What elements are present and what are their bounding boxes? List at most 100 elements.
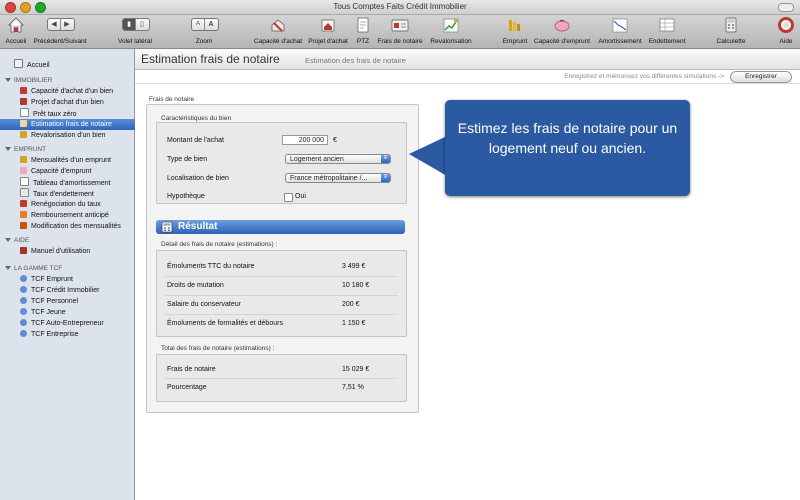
row-divider <box>165 314 398 315</box>
sidebar: Accueil IMMOBILIER Capacité d'achat d'un… <box>0 49 154 500</box>
sidebar-section-label: LA GAMME TCF <box>14 265 63 272</box>
toolbar-projet-achat-label: Projet d'achat <box>308 38 348 45</box>
coins-icon <box>509 20 520 31</box>
montant-input[interactable]: 200 000 <box>282 135 328 145</box>
zoom-in-button[interactable]: A <box>205 19 217 30</box>
toolbar-aide-button[interactable]: Aide <box>774 15 798 48</box>
sidebar-item-label: Taux d'endettement <box>33 191 94 198</box>
sidebar-section-emprunt[interactable]: EMPRUNT <box>0 144 134 155</box>
sidebar-item-renegociation[interactable]: Renégociation du taux <box>0 199 154 210</box>
percent-icon <box>20 200 27 207</box>
toolbar-calculette-button[interactable]: Calculette <box>712 15 750 48</box>
zoom-window-button[interactable] <box>35 2 46 13</box>
sidebar-section-gamme[interactable]: LA GAMME TCF <box>0 263 134 274</box>
lifebuoy-icon <box>778 17 794 33</box>
sidebar-item-endettement[interactable]: Taux d'endettement <box>0 188 154 199</box>
localisation-select[interactable]: France métropolitaine /... <box>285 173 391 183</box>
sidebar-item-label: Prêt taux zéro <box>33 111 77 118</box>
close-window-button[interactable] <box>5 2 16 13</box>
toolbar-zoom[interactable]: AA Zoom <box>186 15 222 48</box>
sidebar-item-tcf-jeune[interactable]: TCF Jeune <box>0 307 154 318</box>
toolbar-emprunt-button[interactable]: Emprunt <box>501 15 529 48</box>
characteristics-box: Montant de l'achat 200 000 € Type de bie… <box>156 122 407 204</box>
id-card-icon <box>20 120 27 127</box>
calculator-icon <box>725 17 737 33</box>
toolbar: Accueil ◀ ▶ Précédent/Suivant ▮ ▯ Volet la… <box>0 15 800 49</box>
sidebar-item-frais-notaire[interactable]: Estimation frais de notaire <box>0 119 154 130</box>
detail-label: Détail des frais de notaire (estimations… <box>161 241 278 248</box>
sidebar-item-ptz[interactable]: Prêt taux zéro <box>0 108 154 119</box>
toolbar-aide-label: Aide <box>779 38 793 45</box>
sidebar-item-accueil[interactable]: Accueil <box>0 59 148 70</box>
disclosure-triangle-icon <box>5 78 11 82</box>
type-select[interactable]: Logement ancien <box>285 154 391 164</box>
sidebar-item-capacite-emprunt[interactable]: Capacité d'emprunt <box>0 166 154 177</box>
toolbar-frais-notaire-button[interactable]: Frais de notaire <box>376 15 424 48</box>
sidebar-item-capacite-achat[interactable]: Capacité d'achat d'un bien <box>0 86 154 97</box>
callout-bubble: Estimez les frais de notaire pour un log… <box>445 100 690 196</box>
toolbar-toggle-button[interactable] <box>778 3 794 12</box>
save-hint: Enregistrez et mémorisez vos différentes… <box>564 73 724 80</box>
piggy-bank-icon <box>20 167 27 174</box>
toolbar-revalorisation-button[interactable]: Revalorisation <box>426 15 476 48</box>
toolbar-capacite-achat-label: Capacité d'achat <box>253 38 303 45</box>
toolbar-zoom-label: Zoom <box>195 38 213 45</box>
toolbar-accueil-button[interactable]: Accueil <box>2 15 30 48</box>
sidebar-item-tcf-personnel[interactable]: TCF Personnel <box>0 296 154 307</box>
section-label: Caractéristiques du bien <box>161 115 232 122</box>
sidebar-item-label: TCF Crédit Immobilier <box>31 287 100 294</box>
sidebar-section-aide[interactable]: AIDE <box>0 235 134 246</box>
toolbar-capacite-achat-button[interactable]: Capacité d'achat <box>252 15 304 48</box>
sidebar-item-label: Revalorisation d'un bien <box>31 132 106 139</box>
sidebar-hidden-icon[interactable]: ▯ <box>136 19 148 30</box>
type-label: Type de bien <box>167 156 208 163</box>
detail-box: Émoluments TTC du notaire 3 499 € Droits… <box>156 250 407 337</box>
zoom-out-button[interactable]: A <box>192 19 205 30</box>
sidebar-item-projet-achat[interactable]: Projet d'achat d'un bien <box>0 97 154 108</box>
sidebar-item-modification[interactable]: Modification des mensualités <box>0 221 154 232</box>
sidebar-section-immobilier[interactable]: IMMOBILIER <box>0 75 134 86</box>
toolbar-emprunt-label: Emprunt <box>502 38 528 45</box>
frais-notaire-panel: Caractéristiques du bien Montant de l'ac… <box>146 104 419 413</box>
disclosure-triangle-icon <box>5 266 11 270</box>
page-header: Estimation frais de notaire Estimation d… <box>135 49 800 70</box>
detail-row-label: Émoluments TTC du notaire <box>167 263 255 270</box>
sidebar-item-label: Estimation frais de notaire <box>31 121 112 128</box>
house-plan-icon <box>20 98 27 105</box>
minimize-window-button[interactable] <box>20 2 31 13</box>
sidebar-item-tcf-credit-immobilier[interactable]: TCF Crédit Immobilier <box>0 285 154 296</box>
sidebar-item-remboursement[interactable]: Remboursement anticipé <box>0 210 154 221</box>
sidebar-item-manuel[interactable]: Manuel d'utilisation <box>0 246 154 257</box>
toolbar-revalorisation-label: Revalorisation <box>430 38 472 45</box>
back-arrow-icon[interactable]: ◀ <box>48 19 61 30</box>
app-icon <box>20 319 27 326</box>
save-button[interactable]: Enregistrer <box>730 71 792 83</box>
sidebar-item-mensualites[interactable]: Mensualités d'un emprunt <box>0 155 154 166</box>
callout-pointer <box>409 136 447 176</box>
sidebar-item-amortissement[interactable]: Tableau d'amortissement <box>0 177 154 188</box>
toolbar-amortissement-button[interactable]: Amortissement <box>595 15 645 48</box>
toolbar-endettement-button[interactable]: Endettement <box>645 15 689 48</box>
house-plan-icon <box>321 19 335 32</box>
disclosure-triangle-icon <box>5 238 11 242</box>
toolbar-projet-achat-button[interactable]: Projet d'achat <box>306 15 350 48</box>
sidebar-item-tcf-emprunt[interactable]: TCF Emprunt <box>0 274 154 285</box>
toolbar-sidebar-toggle[interactable]: ▮ ▯ Volet latéral <box>112 15 158 48</box>
row-divider <box>165 378 398 379</box>
hypotheque-checkbox[interactable] <box>284 193 293 202</box>
toolbar-ptz-button[interactable]: PTZ <box>352 15 374 48</box>
house-pen-icon <box>20 87 27 94</box>
line-chart-icon <box>20 177 29 186</box>
sidebar-item-tcf-auto-entrepreneur[interactable]: TCF Auto-Entrepreneur <box>0 318 154 329</box>
page-subtitle: Estimation des frais de notaire <box>305 56 406 65</box>
app-icon <box>20 330 27 337</box>
forward-arrow-icon[interactable]: ▶ <box>61 19 73 30</box>
toolbar-capacite-emprunt-button[interactable]: Capacité d'emprunt <box>531 15 593 48</box>
sidebar-item-tcf-entreprise[interactable]: TCF Entreprise <box>0 329 154 340</box>
sidebar-item-label: Modification des mensualités <box>31 223 121 230</box>
sidebar-item-revalorisation[interactable]: Revalorisation d'un bien <box>0 130 154 141</box>
sidebar-shown-icon[interactable]: ▮ <box>123 19 136 30</box>
sidebar-item-label: TCF Auto-Entrepreneur <box>31 320 104 327</box>
app-icon <box>20 286 27 293</box>
toolbar-back-forward[interactable]: ◀ ▶ Précédent/Suivant <box>30 15 90 48</box>
